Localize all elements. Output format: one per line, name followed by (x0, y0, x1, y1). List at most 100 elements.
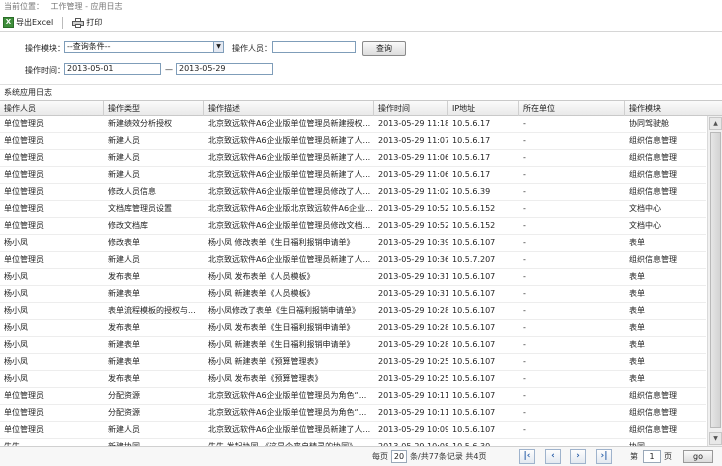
cell-unit: - (523, 374, 526, 383)
cell-time: 2013-05-29 10:52 (378, 221, 448, 230)
column-header-unit[interactable]: 所在单位 (519, 101, 625, 116)
scroll-down-icon[interactable]: ▼ (709, 432, 722, 445)
cell-description: 北京致远软件A6企业版单位管理员新建了人... (208, 255, 371, 264)
cell-unit: - (523, 119, 526, 128)
scroll-up-icon[interactable]: ▲ (709, 117, 722, 130)
cell-time: 2013-05-29 10:28 (378, 306, 448, 315)
page-number-input[interactable]: 1 (643, 450, 661, 463)
date-separator: — (165, 65, 173, 74)
cell-type: 新建人员 (108, 255, 140, 264)
cell-ip: 10.5.6.107 (452, 306, 496, 315)
cell-operator: 单位管理员 (4, 204, 44, 213)
pagination-bar: 每页 20 条/共77条记录 共4页 |‹ ‹ › ›| 第 1 页 go (0, 446, 722, 466)
table-header: 操作人员 操作类型 操作描述 操作时间 IP地址 所在单位 操作模块 (0, 101, 722, 116)
column-header-operator[interactable]: 操作人员 (0, 101, 104, 116)
cell-module: 组织信息管理 (629, 255, 677, 264)
cell-type: 新建协同 (104, 439, 204, 446)
table-row[interactable]: 杨小凤 发布表单 杨小凤 发布表单《生日福利报销申请单》 2013-05-29 10:… (0, 320, 706, 337)
table-row[interactable]: 杨小凤 新建表单 杨小凤 新建表单《生日福利报销申请单》 2013-05-29 10:… (0, 337, 706, 354)
cell-unit: - (523, 238, 526, 247)
vertical-scrollbar[interactable]: ▲ ▼ (707, 116, 722, 446)
cell-time: 2013-05-29 10:31 (378, 272, 448, 281)
cell-module: 组织信息管理 (629, 425, 677, 434)
cell-module: 组织信息管理 (629, 170, 677, 179)
cell-unit: - (523, 289, 526, 298)
table-row[interactable]: 杨小凤 发布表单 杨小凤 发布表单《人员模板》 2013-05-29 10:31 10.… (0, 269, 706, 286)
breadcrumb: 当前位置： 工作管理 - 应用日志 (0, 0, 722, 14)
prev-page-icon[interactable]: ‹ (545, 449, 561, 464)
cell-type: 新建表单 (108, 340, 140, 349)
cell-description: 北京致远软件A6企业版单位管理员新建了人... (208, 153, 371, 162)
print-button[interactable]: 打印 (69, 15, 105, 31)
export-excel-button[interactable]: X 导出Excel (0, 15, 56, 31)
cell-description: 北京致远软件A6企业版单位管理员新建授权... (208, 119, 371, 128)
query-button[interactable]: 查询 (362, 41, 406, 56)
cell-ip: 10.5.6.107 (452, 391, 496, 400)
cell-module: 表单 (629, 323, 645, 332)
table-row[interactable]: 单位管理员 修改文档库 北京致远软件A6企业版单位管理员修改文档... 2013-05… (0, 218, 706, 235)
module-select-value: --查询条件-- (67, 42, 111, 51)
cell-type: 新建人员 (108, 153, 140, 162)
cell-time: 2013-05-29 11:07 (378, 136, 448, 145)
end-date-input[interactable]: 2013-05-29 (176, 63, 273, 75)
cell-operator: 单位管理员 (4, 221, 44, 230)
excel-icon: X (3, 17, 14, 28)
cell-description: 杨小凤修改了表单《生日福利报销申请单》 (208, 306, 360, 315)
table-row[interactable]: 单位管理员 新建人员 北京致远软件A6企业版单位管理员新建了人... 2013-05-… (0, 422, 706, 439)
cell-type: 修改人员信息 (108, 187, 156, 196)
cell-time: 2013-05-29 10:39 (378, 238, 448, 247)
column-header-time[interactable]: 操作时间 (374, 101, 448, 116)
cell-time: 2013-05-29 10:25 (378, 374, 448, 383)
toolbar: X 导出Excel 打印 (0, 14, 722, 32)
scroll-thumb[interactable] (710, 132, 721, 428)
table-row[interactable]: 单位管理员 分配资源 北京致远软件A6企业版单位管理员为角色“... 2013-05-… (0, 388, 706, 405)
cell-module: 表单 (629, 340, 645, 349)
table-row[interactable]: 杨小凤 表单流程模板的授权与... 杨小凤修改了表单《生日福利报销申请单》 2013-… (0, 303, 706, 320)
column-header-module[interactable]: 操作模块 (625, 101, 722, 116)
cell-ip: 10.5.6.107 (452, 357, 496, 366)
person-input[interactable] (272, 41, 356, 53)
per-page-input[interactable]: 20 (391, 450, 407, 463)
cell-module: 协同 (625, 439, 706, 446)
table-row[interactable]: 单位管理员 新建人员 北京致远软件A6企业版单位管理员新建了人... 2013-05-… (0, 252, 706, 269)
cell-type: 发布表单 (108, 272, 140, 281)
chevron-down-icon[interactable]: ▼ (213, 42, 223, 52)
table-row[interactable]: 杨小凤 发布表单 杨小凤 发布表单《预算管理表》 2013-05-29 10:25 10… (0, 371, 706, 388)
cell-description: 北京致远软件A6企业版单位管理员为角色“... (208, 408, 367, 417)
cell-unit: - (523, 187, 526, 196)
column-header-description[interactable]: 操作描述 (204, 101, 374, 116)
column-header-ip[interactable]: IP地址 (448, 101, 519, 116)
cell-ip: 10.5.6.17 (452, 153, 491, 162)
cell-ip: 10.5.6.17 (452, 136, 491, 145)
table-row[interactable]: 杨小凤 修改表单 杨小凤 修改表单《生日福利报销申请单》 2013-05-29 10:… (0, 235, 706, 252)
column-header-type[interactable]: 操作类型 (104, 101, 204, 116)
cell-ip: 10.5.6.30 (448, 439, 519, 446)
table-row[interactable]: 杨小凤 新建表单 杨小凤 新建表单《人员模板》 2013-05-29 10:31 10.… (0, 286, 706, 303)
cell-module: 表单 (629, 272, 645, 281)
table-row[interactable]: 杨小凤 新建表单 杨小凤 新建表单《预算管理表》 2013-05-29 10:25 10… (0, 354, 706, 371)
table-row[interactable]: 单位管理员 新建人员 北京致远软件A6企业版单位管理员新建了人... 2013-05-… (0, 150, 706, 167)
table-row[interactable]: 单位管理员 新建绩效分析授权 北京致远软件A6企业版单位管理员新建授权... 2013… (0, 116, 706, 133)
cell-type: 修改文档库 (108, 221, 148, 230)
table-row[interactable]: 单位管理员 分配资源 北京致远软件A6企业版单位管理员为角色“... 2013-05-… (0, 405, 706, 422)
first-page-icon[interactable]: |‹ (519, 449, 535, 464)
cell-unit: - (523, 340, 526, 349)
table-row[interactable]: 单位管理员 新建人员 北京致远软件A6企业版单位管理员新建了人... 2013-05-… (0, 133, 706, 150)
cell-operator: 杨小凤 (4, 289, 28, 298)
cell-type: 分配资源 (108, 391, 140, 400)
go-button[interactable]: go (683, 450, 713, 463)
log-section-title: 系统应用日志 (0, 84, 722, 100)
table-row[interactable]: 单位管理员 新建人员 北京致远软件A6企业版单位管理员新建了人... 2013-05-… (0, 167, 706, 184)
cell-unit: - (523, 255, 526, 264)
next-page-icon[interactable]: › (570, 449, 586, 464)
module-select[interactable]: --查询条件-- ▼ (64, 41, 224, 53)
last-page-icon[interactable]: ›| (596, 449, 612, 464)
cell-unit: - (523, 221, 526, 230)
table-row[interactable]: 单位管理员 文档库管理员设置 北京致远软件A6企业版北京致远软件A6企业... 201… (0, 201, 706, 218)
table-row[interactable]: 单位管理员 修改人员信息 北京致远软件A6企业版单位管理员修改了人... 2013-0… (0, 184, 706, 201)
cell-module: 表单 (629, 289, 645, 298)
start-date-input[interactable]: 2013-05-01 (64, 63, 161, 75)
cell-operator: 单位管理员 (4, 408, 44, 417)
table-row[interactable]: 牛牛新建协同牛牛 发起协同 《这是个来自精灵的协同》2013-05-29 10:… (0, 439, 706, 446)
cell-operator: 单位管理员 (4, 170, 44, 179)
